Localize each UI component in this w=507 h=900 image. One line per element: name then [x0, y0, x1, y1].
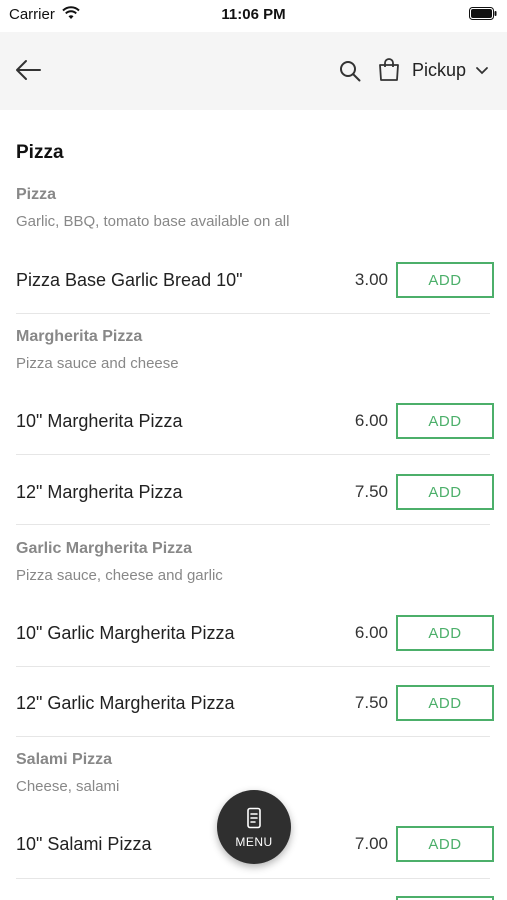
add-button[interactable]: ADD [396, 685, 494, 721]
item-name: 12" Margherita Pizza [16, 482, 183, 502]
item-name: 12" Garlic Margherita Pizza [16, 693, 235, 713]
item-name: Pizza Base Garlic Bread 10" [16, 270, 243, 290]
add-button[interactable]: ADD [396, 474, 494, 510]
menu-item-row: 12" Garlic Margherita Pizza 7.50 ADD [16, 685, 494, 721]
divider [16, 454, 490, 455]
item-price: 3.00 [354, 270, 388, 289]
section-header: Margherita Pizza Pizza sauce and cheese [16, 328, 179, 372]
add-button-partial[interactable] [396, 896, 494, 900]
section-description: Pizza sauce, cheese and garlic [16, 567, 223, 584]
divider [16, 313, 490, 314]
menu-item-row-partial [16, 896, 494, 900]
item-name: 10" Salami Pizza [16, 834, 152, 854]
page-title: Pizza [16, 142, 64, 163]
section-description: Pizza sauce and cheese [16, 355, 179, 372]
item-name: 10" Garlic Margherita Pizza [16, 623, 235, 643]
section-title: Garlic Margherita Pizza [16, 540, 193, 557]
item-price: 6.00 [354, 411, 388, 430]
item-price: 6.00 [354, 623, 388, 642]
menu-fab-label: MENU [235, 835, 273, 849]
menu-item-row: 10" Garlic Margherita Pizza 6.00 ADD [16, 615, 494, 651]
divider [16, 878, 490, 879]
menu-item-row: 12" Margherita Pizza 7.50 ADD [16, 474, 494, 510]
add-button[interactable]: ADD [396, 403, 494, 439]
item-price: 7.50 [354, 482, 388, 501]
divider [16, 666, 490, 667]
status-time: 11:06 PM [221, 6, 286, 23]
menu-fab-button[interactable]: MENU [217, 790, 291, 864]
pickup-selector[interactable]: Pickup [412, 60, 489, 81]
item-price: 7.00 [354, 834, 388, 853]
add-button[interactable]: ADD [396, 826, 494, 862]
section-description: Cheese, salami [16, 778, 120, 795]
battery-icon [469, 7, 497, 20]
search-icon[interactable] [339, 60, 361, 82]
section-header: Salami Pizza Cheese, salami [16, 751, 119, 795]
divider [16, 524, 490, 525]
chevron-down-icon [476, 66, 488, 74]
status-bar: Carrier 11:06 PM [0, 0, 507, 30]
section-description: Garlic, BBQ, tomato base available on al… [16, 213, 290, 230]
menu-item-row: 10" Margherita Pizza 6.00 ADD [16, 403, 494, 439]
pickup-label: Pickup [412, 60, 467, 80]
shopping-bag-icon[interactable] [378, 57, 400, 82]
menu-list-icon [247, 807, 261, 829]
menu-item-row: Pizza Base Garlic Bread 10" 3.00 ADD [16, 262, 494, 298]
section-header: Pizza Garlic, BBQ, tomato base available… [16, 186, 289, 230]
add-button[interactable]: ADD [396, 615, 494, 651]
item-price: 7.50 [354, 693, 388, 712]
item-name: 10" Margherita Pizza [16, 411, 183, 431]
divider [16, 736, 490, 737]
section-title: Margherita Pizza [16, 328, 143, 345]
add-button[interactable]: ADD [396, 262, 494, 298]
section-title: Salami Pizza [16, 751, 113, 768]
back-arrow-icon[interactable] [14, 58, 42, 82]
section-header: Garlic Margherita Pizza Pizza sauce, che… [16, 540, 223, 584]
section-title: Pizza [16, 186, 57, 203]
nav-bar: Pickup [0, 32, 507, 110]
